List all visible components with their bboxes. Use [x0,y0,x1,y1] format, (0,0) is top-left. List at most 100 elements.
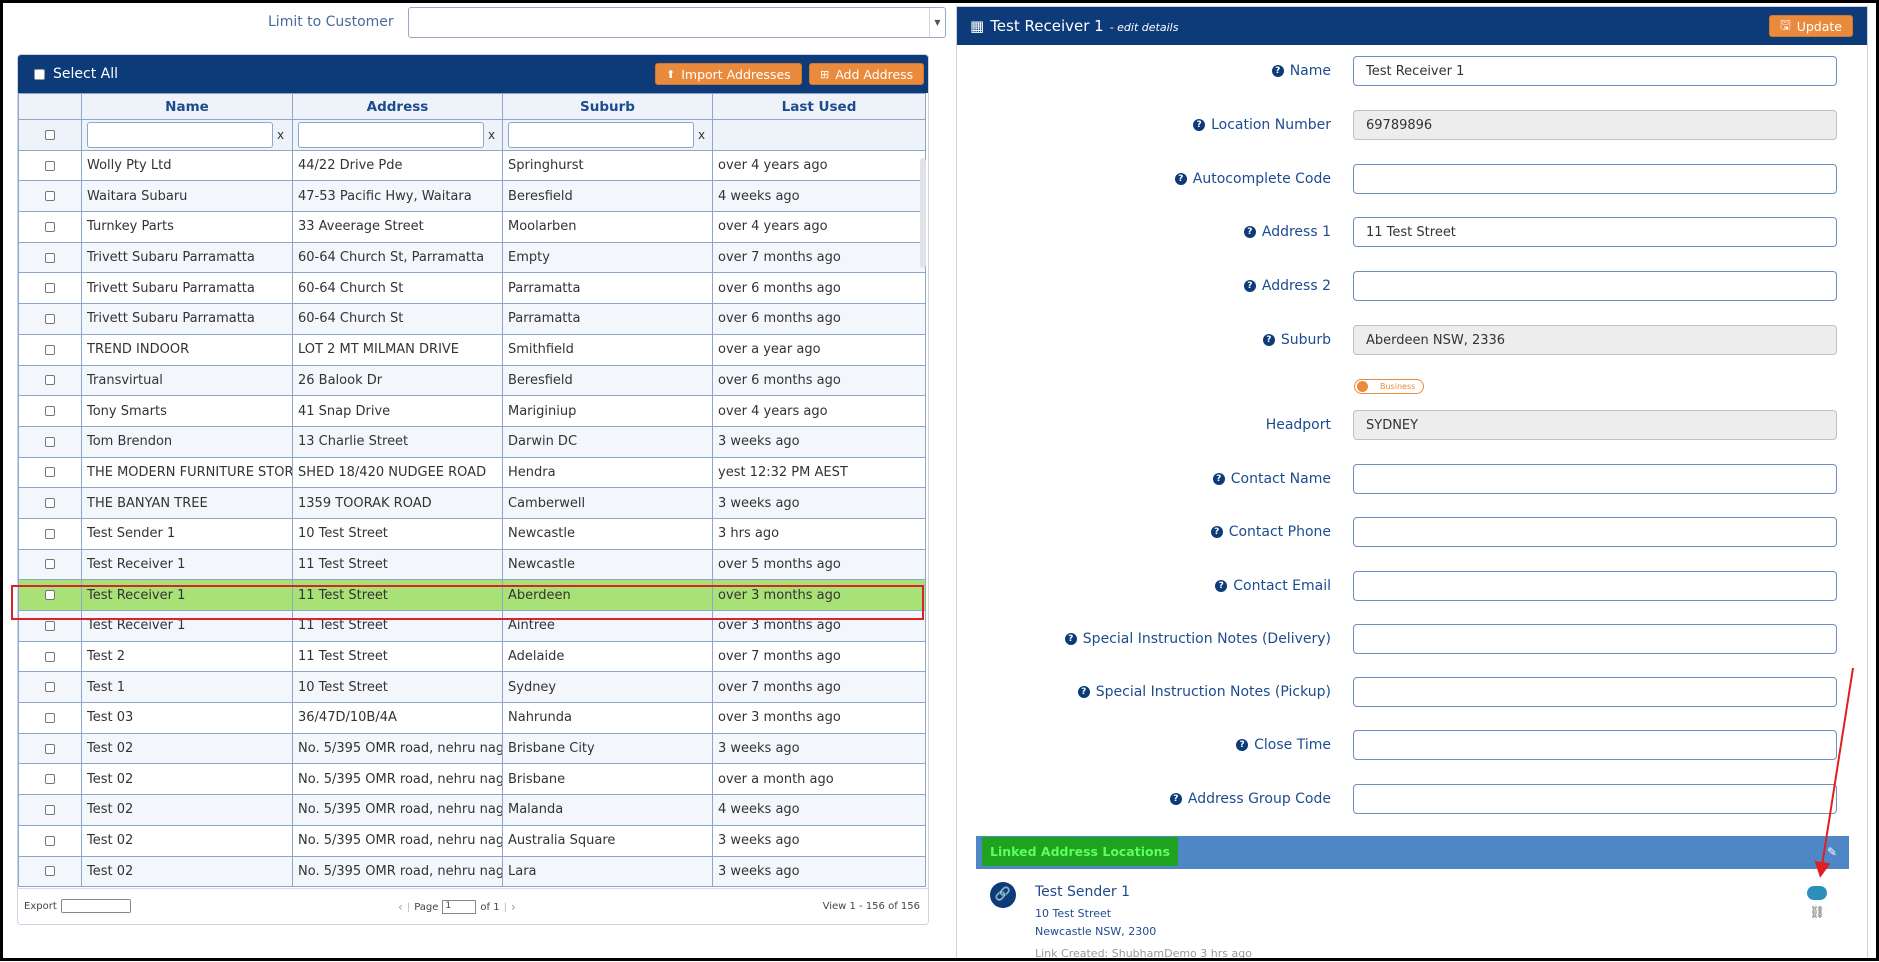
table-row[interactable]: Test 02 No. 5/395 OMR road, nehru nagar Au… [18,824,926,857]
column-header-suburb[interactable]: Suburb [502,93,713,120]
next-page-icon[interactable]: › [511,900,516,914]
table-row[interactable]: Trivett Subaru Parramatta 60-64 Church St… [18,241,926,274]
table-row[interactable]: Test 1 10 Test Street Sydney over 7 months … [18,671,926,704]
row-checkbox[interactable] [45,160,55,171]
table-row[interactable]: Test Receiver 1 11 Test Street Newcastle ov… [18,548,926,581]
clear-name-filter[interactable]: x [277,128,284,142]
field-input[interactable] [1353,517,1837,547]
table-row[interactable]: Wolly Pty Ltd 44/22 Drive Pde Springhurst o… [18,149,926,182]
dropdown-arrow-icon[interactable]: ▼ [929,8,945,37]
help-icon[interactable]: ? [1243,280,1256,292]
business-toggle[interactable]: Business [1354,379,1424,394]
row-checkbox[interactable] [45,498,55,509]
row-checkbox-all[interactable] [45,129,55,140]
table-row[interactable]: TREND INDOOR LOT 2 MT MILMAN DRIVE Smithfi… [18,333,926,366]
row-checkbox[interactable] [45,406,55,417]
customer-select[interactable]: ▼ [408,7,946,38]
row-checkbox[interactable] [45,743,55,754]
field-input[interactable] [1353,571,1837,601]
select-all[interactable]: Select All [34,66,118,82]
clear-address-filter[interactable]: x [488,128,495,142]
help-icon[interactable]: ? [1064,633,1077,645]
import-addresses-button[interactable]: ⬆ Import Addresses [655,63,802,85]
linked-item-toggle[interactable] [1807,886,1827,900]
field-input[interactable]: 11 Test Street [1353,217,1837,247]
row-checkbox[interactable] [45,436,55,447]
table-row[interactable]: Tony Smarts 41 Snap Drive Mariginiup over 4… [18,395,926,427]
field-input[interactable] [1353,677,1837,707]
table-row[interactable]: Test 02 No. 5/395 OMR road, nehru nagar Br… [18,763,926,796]
row-checkbox[interactable] [45,252,55,263]
table-row[interactable]: Trivett Subaru Parramatta 60-64 Church St… [18,272,926,305]
field-input[interactable] [1353,464,1837,494]
help-icon[interactable]: ? [1236,739,1249,751]
help-icon[interactable]: ? [1193,119,1206,131]
address-filter-input[interactable] [298,121,484,148]
row-checkbox[interactable] [45,835,55,846]
grid-scrollbar[interactable] [920,158,926,268]
row-checkbox[interactable] [45,191,55,202]
unlink-icon[interactable]: ⛓ [1810,905,1825,919]
export-select[interactable] [60,899,131,913]
table-row[interactable]: Test Receiver 1 11 Test Street Aintree over… [18,610,926,642]
row-checkbox[interactable] [45,590,55,601]
row-checkbox[interactable] [45,283,55,294]
field-input[interactable] [1353,271,1837,301]
table-row[interactable]: Tom Brendon 13 Charlie Street Darwin DC 3 w… [18,425,926,458]
suburb-filter-input[interactable] [508,121,694,148]
row-checkbox[interactable] [45,651,55,662]
row-checkbox[interactable] [45,467,55,478]
edit-icon[interactable]: ✎ [1827,845,1837,859]
row-checkbox[interactable] [45,221,55,232]
update-button[interactable]: 🖫 Update [1769,15,1853,37]
column-header-name[interactable]: Name [81,93,293,120]
linked-item-name[interactable]: Test Sender 1 [1035,884,1130,900]
table-row[interactable]: THE BANYAN TREE 1359 TOORAK ROAD Camberwel… [18,487,926,519]
row-checkbox[interactable] [45,528,55,539]
clear-suburb-filter[interactable]: x [698,128,705,142]
table-row[interactable]: Test 02 No. 5/395 OMR road, nehru nagar Br… [18,732,926,765]
row-checkbox[interactable] [45,375,55,386]
help-icon[interactable]: ? [1271,65,1284,77]
page-input[interactable]: 1 [442,900,477,914]
help-icon[interactable]: ? [1169,793,1182,805]
row-checkbox[interactable] [45,313,55,324]
field-input[interactable] [1353,784,1837,814]
field-input[interactable] [1353,164,1837,194]
column-header-address[interactable]: Address [292,93,503,120]
help-icon[interactable]: ? [1215,580,1228,592]
table-row[interactable]: Test 03 36/47D/10B/4A Nahrunda over 3 month… [18,702,926,734]
row-checkbox[interactable] [45,774,55,785]
row-checkbox[interactable] [45,620,55,631]
table-row[interactable]: Test 02 No. 5/395 OMR road, nehru nagar Ma… [18,794,926,826]
help-icon[interactable]: ? [1212,473,1225,485]
table-row[interactable]: THE MODERN FURNITURE STORE SHED 18/420 NU… [18,456,926,489]
table-row[interactable]: Test Receiver 1 11 Test Street Aberdeen ove… [18,579,926,611]
help-icon[interactable]: ? [1210,526,1223,538]
row-checkbox[interactable] [45,682,55,693]
select-all-checkbox[interactable] [34,68,45,80]
row-checkbox[interactable] [45,559,55,570]
table-row[interactable]: Test 02 No. 5/395 OMR road, nehru nagar La… [18,855,926,888]
help-icon[interactable]: ? [1262,334,1275,346]
help-icon[interactable]: ? [1243,226,1256,238]
prev-page-icon[interactable]: ‹ [398,900,403,914]
table-row[interactable]: Turnkey Parts 33 Aveerage Street Moolarben… [18,211,926,243]
table-row[interactable]: Trivett Subaru Parramatta 60-64 Church St… [18,303,926,335]
row-checkbox[interactable] [45,866,55,877]
add-address-button[interactable]: ⊞ Add Address [809,63,925,85]
field-input[interactable]: Test Receiver 1 [1353,56,1837,86]
row-checkbox[interactable] [45,344,55,355]
field-input[interactable] [1353,730,1837,760]
help-icon[interactable]: ? [1077,686,1090,698]
table-row[interactable]: Transvirtual 26 Balook Dr Beresfield over 6… [18,364,926,397]
help-icon[interactable]: ? [1174,173,1187,185]
name-filter-input[interactable] [87,121,273,148]
table-row[interactable]: Test 2 11 Test Street Adelaide over 7 month… [18,640,926,673]
table-row[interactable]: Waitara Subaru 47-53 Pacific Hwy, Waitara… [18,180,926,213]
column-header-last-used[interactable]: Last Used [712,93,926,120]
table-row[interactable]: Test Sender 1 10 Test Street Newcastle 3 hr… [18,517,926,550]
row-checkbox[interactable] [45,712,55,723]
row-checkbox[interactable] [45,804,55,815]
field-input[interactable] [1353,624,1837,654]
